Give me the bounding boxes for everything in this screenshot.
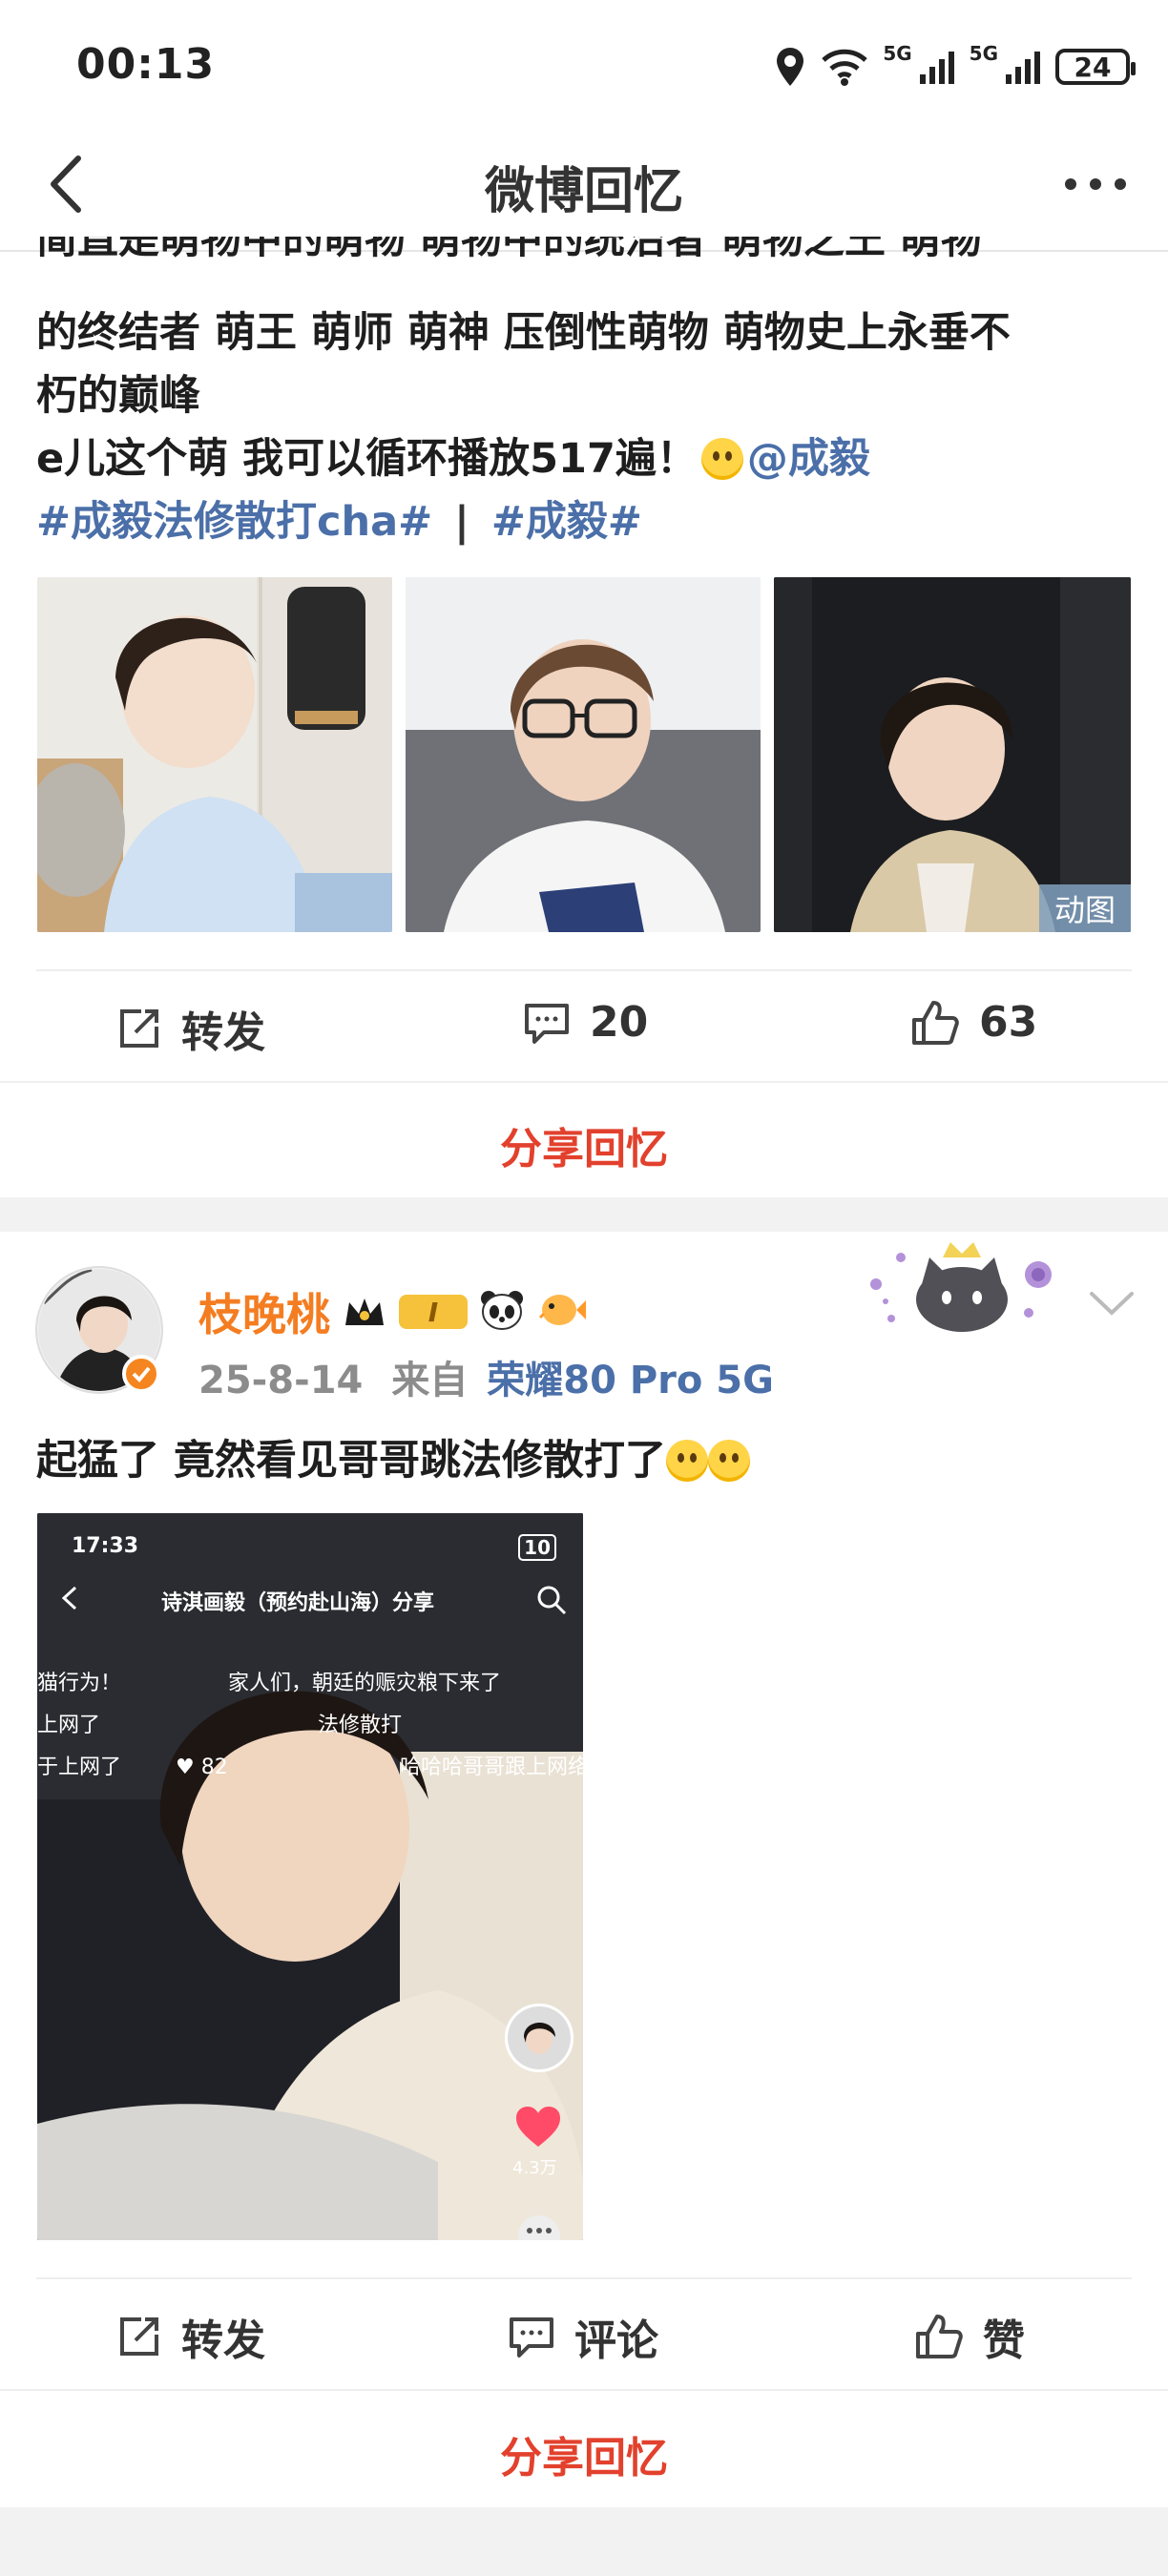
panda-icon (479, 1289, 525, 1335)
repost-label: 转发 (181, 1008, 265, 1057)
signal-bars-icon (1006, 52, 1040, 84)
pleading-emoji-icon (700, 438, 743, 480)
repost-label: 转发 (181, 2316, 265, 2365)
signal-label-1: 5G (883, 42, 912, 65)
post2-text: 起猛了 竟然看见哥哥跳法修散打了 (36, 1437, 666, 1485)
post1-mention[interactable]: @成毅 (747, 435, 870, 483)
more-dots-icon (1065, 178, 1126, 190)
card-decoration-cat (863, 1236, 1063, 1338)
embedded-search-icon (535, 1584, 568, 1616)
wifi-icon (822, 49, 868, 86)
post2-avatar[interactable] (34, 1265, 164, 1395)
post2-image[interactable]: 17:33 10 诗淇画毅（预约赴山海）分享 猫行为！ 家人们，朝廷的赈灾粮下来… (37, 1513, 583, 2240)
thumbs-up-icon (916, 2315, 963, 2358)
post1-topic-2[interactable]: #成毅# (491, 498, 642, 546)
signal-bars-icon (919, 52, 954, 84)
embedded-header-name: 诗淇画毅 (161, 1591, 246, 1615)
repost-icon (120, 1009, 158, 1048)
post2-repost-button[interactable]: 转发 (116, 2306, 265, 2367)
embedded-like-count: 4.3万 (512, 2158, 557, 2178)
danmu-3: 上网了 (37, 1714, 101, 1737)
post2-image-art (37, 1513, 583, 2240)
danmu-2: 家人们，朝廷的赈灾粮下来了 (228, 1672, 502, 1695)
post2-comment-button[interactable]: 评论 (508, 2306, 658, 2367)
post1-photo-1[interactable] (37, 577, 392, 932)
crying-emoji-icon (665, 1440, 708, 1482)
post2-divider (36, 2277, 1132, 2279)
embedded-heart-icon (514, 2105, 562, 2149)
signal-label-2: 5G (969, 42, 998, 65)
post1-text-line4-row: e儿这个萌 我可以循环播放517遍！ @成毅 (36, 427, 1143, 490)
embedded-back-icon (56, 1584, 85, 1612)
comment-count: 20 (590, 998, 649, 1047)
danmu-heart-icon: ♥ (176, 1755, 195, 1779)
post2-options-button[interactable] (1086, 1284, 1137, 1322)
like-label: 赞 (983, 2316, 1025, 2365)
post1-text-clipped: 简直是萌物中的萌物 萌物中的统治者 萌物之王 萌物 (36, 237, 1143, 271)
battery-level: 24 (1074, 51, 1112, 83)
post2-user-row: 枝晚桃 I (198, 1280, 586, 1343)
comment-icon (525, 1003, 569, 1044)
post1-text-line4: e儿这个萌 我可以循环播放517遍！ (36, 435, 698, 483)
verified-badge-icon (122, 1355, 160, 1393)
crying-emoji-icon (707, 1440, 750, 1482)
danmu-4: 法修散打 (318, 1714, 403, 1737)
post1-share-divider (0, 1081, 1168, 1083)
battery-icon: 24 (1055, 49, 1136, 85)
puffer-fish-icon (536, 1289, 586, 1335)
level-badge-text: I (428, 1296, 439, 1328)
page-title: 微博回忆 (484, 163, 683, 220)
photo-3-image (774, 577, 1131, 932)
post2-share-divider (0, 2389, 1168, 2391)
post1-repost-button[interactable]: 转发 (116, 998, 265, 1059)
post-separator-bottom (0, 2507, 1168, 2576)
status-time: 00:13 (76, 40, 216, 89)
location-icon (777, 48, 804, 86)
topic-separator: | (454, 498, 469, 546)
embedded-time: 17:33 (72, 1534, 139, 1558)
embedded-author-avatar (505, 2004, 574, 2072)
post1-photo-2[interactable] (406, 577, 761, 932)
photo-2-image (406, 577, 761, 932)
post1-text-line3: 朽的巅峰 (36, 372, 200, 420)
like-count: 63 (979, 998, 1038, 1047)
vip-crown-icon (342, 1293, 387, 1331)
post1-topics: #成毅法修散打cha# | #成毅# (36, 490, 1143, 553)
post1-like-button[interactable]: 63 (910, 998, 1037, 1047)
post1-text-line2: 的终结者 萌王 萌师 萌神 压倒性萌物 萌物史上永垂不 (36, 309, 1011, 357)
embedded-header: 诗淇画毅（预约赴山海）分享 (161, 1586, 434, 1616)
danmu-5: 于上网了 (37, 1755, 122, 1779)
post1-topic-1[interactable]: #成毅法修散打cha# (36, 498, 432, 546)
level-badge: I (399, 1295, 468, 1329)
post1-divider (36, 969, 1132, 971)
embedded-header-suffix: （预约赴山海）分享 (245, 1591, 435, 1615)
danmu-1: 猫行为！ (37, 1672, 122, 1695)
post2-source-device[interactable]: 荣耀80 Pro 5G (487, 1359, 774, 1402)
post2-username[interactable]: 枝晚桃 (198, 1280, 330, 1343)
danmu-5-count: 82 (200, 1755, 228, 1779)
post2-like-button[interactable]: 赞 (914, 2306, 1025, 2367)
post2-share-memory-button[interactable]: 分享回忆 (0, 2423, 1168, 2484)
comment-icon (510, 2317, 553, 2358)
post2-meta: 25-8-14 来自 荣耀80 Pro 5G (198, 1349, 774, 1404)
post1-comment-button[interactable]: 20 (523, 998, 648, 1047)
status-icons: 5G 5G 24 (774, 38, 1136, 95)
photo-1-image (37, 577, 392, 932)
gif-badge: 动图 (1039, 884, 1131, 932)
danmu-6: 哈哈哈哥哥跟上网络 (400, 1755, 583, 1779)
post1-photo-3[interactable]: 动图 (774, 577, 1131, 932)
danmu-5-row: 于上网了 ♥ 82 (37, 1750, 228, 1780)
post1-share-memory-button[interactable]: 分享回忆 (0, 1114, 1168, 1175)
repost-icon (120, 2317, 158, 2356)
post2-source-prefix: 来自 (391, 1359, 469, 1402)
post-separator (0, 1197, 1168, 1232)
chevron-down-icon (1090, 1292, 1134, 1316)
thumbs-up-icon (912, 1000, 959, 1045)
more-button[interactable] (1057, 160, 1134, 208)
post2-text-row: 起猛了 竟然看见哥哥跳法修散打了 (36, 1429, 1143, 1492)
embedded-battery: 10 (518, 1534, 556, 1561)
comment-label: 评论 (574, 2316, 658, 2365)
post1-text-line1: 简直是萌物中的萌物 萌物中的统治者 萌物之王 萌物 (36, 237, 982, 263)
post2-date: 25-8-14 (198, 1359, 364, 1402)
